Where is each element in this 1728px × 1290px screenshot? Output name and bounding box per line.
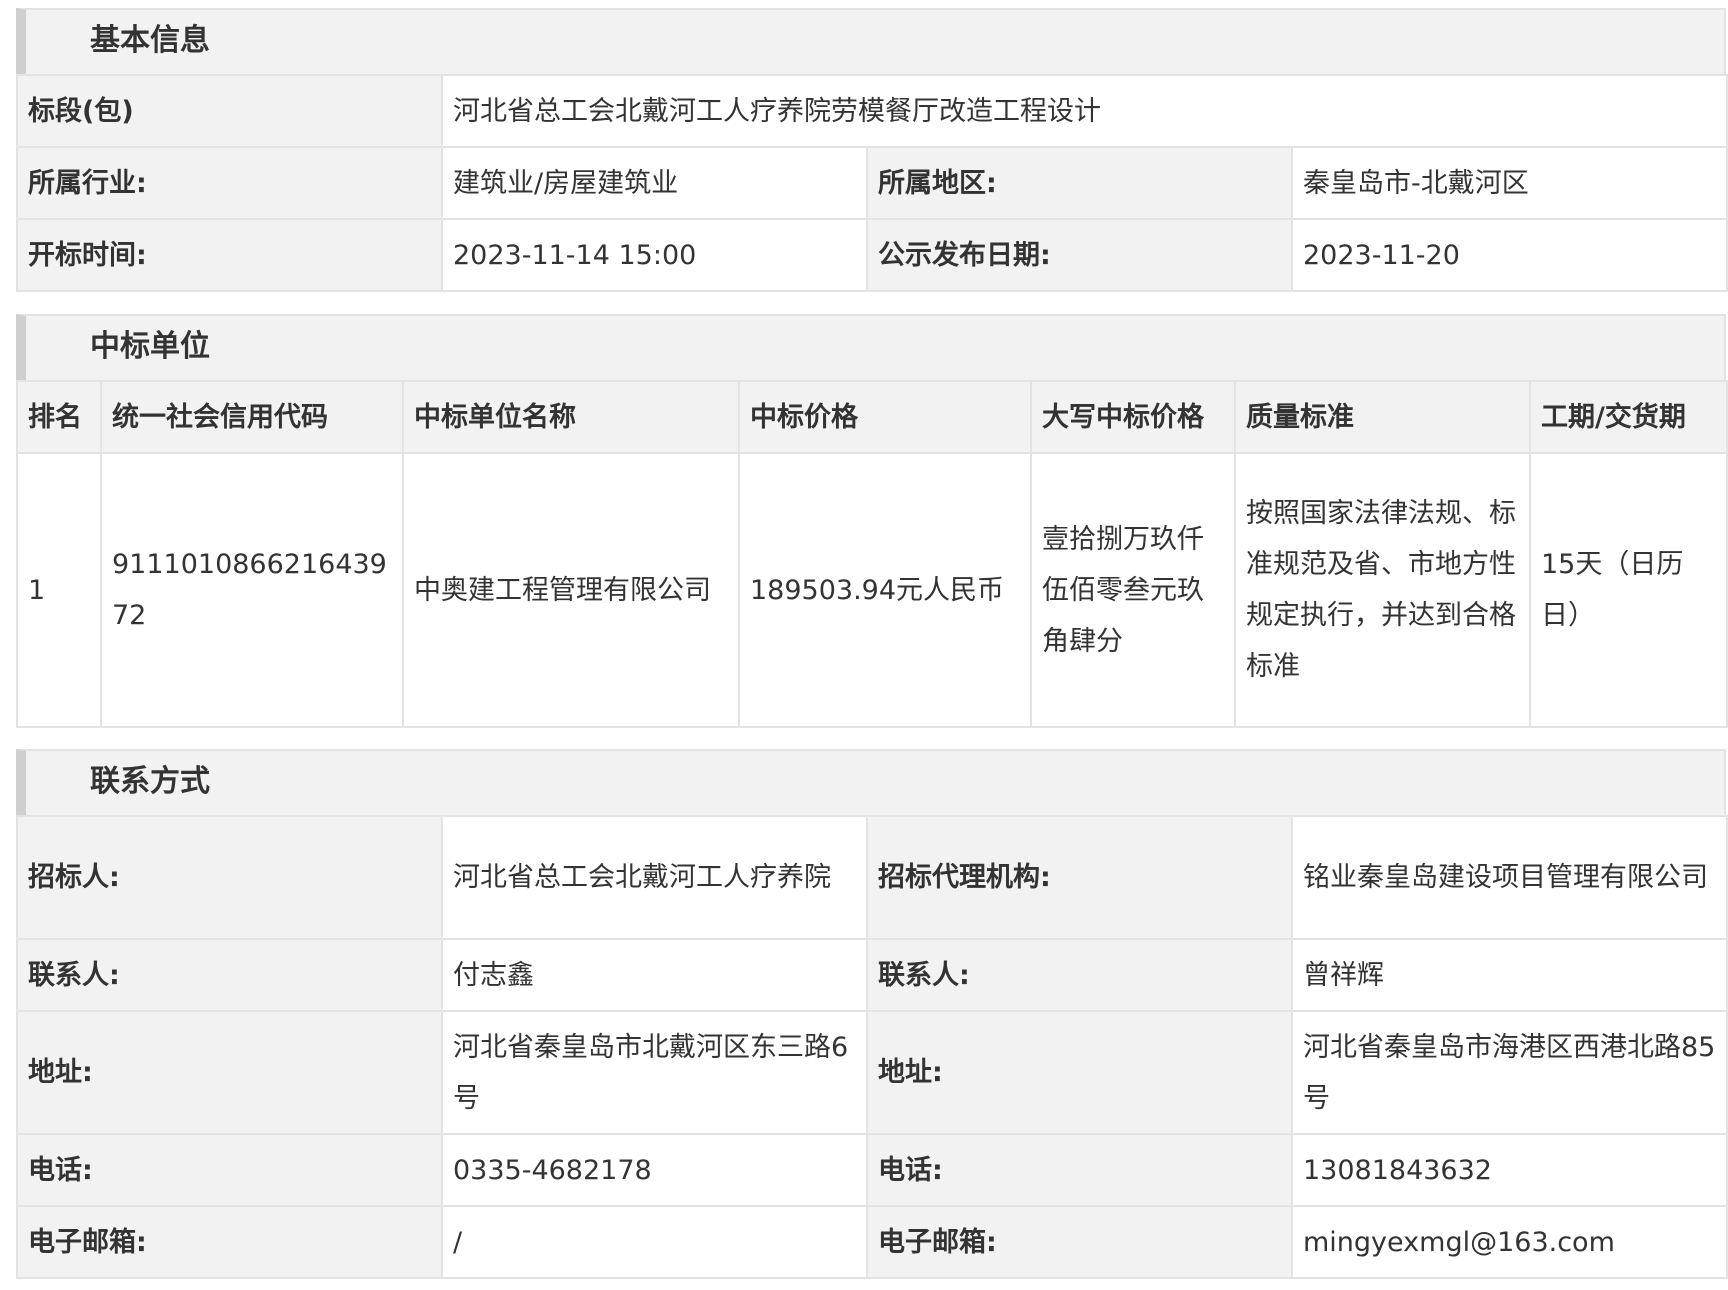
- contact-person-value: 付志鑫: [441, 938, 868, 1012]
- winner-title: 中标单位: [16, 314, 1726, 380]
- bid-section-value: 河北省总工会北戴河工人疗养院劳模餐厅改造工程设计: [440, 74, 1728, 148]
- agency-email-value: mingyexmgl@163.com: [1291, 1205, 1728, 1279]
- region-label: 所属地区:: [866, 146, 1293, 220]
- table-row: 1 911101086621643972 中奥建工程管理有限公司 189503.…: [16, 452, 1728, 728]
- contact-table: 招标人: 河北省总工会北戴河工人疗养院 招标代理机构: 铭业秦皇岛建设项目管理有…: [16, 815, 1728, 1279]
- basic-info-title: 基本信息: [16, 8, 1726, 74]
- email-label: 电子邮箱:: [16, 1205, 443, 1279]
- industry-value: 建筑业/房屋建筑业: [441, 146, 868, 220]
- open-time-label: 开标时间:: [16, 218, 443, 292]
- header-credit-code: 统一社会信用代码: [100, 380, 404, 454]
- address-label: 地址:: [16, 1010, 443, 1135]
- header-price: 中标价格: [738, 380, 1032, 454]
- basic-info-table: 标段(包) 河北省总工会北戴河工人疗养院劳模餐厅改造工程设计 所属行业: 建筑业…: [16, 74, 1728, 292]
- agency-address-label: 地址:: [866, 1010, 1293, 1135]
- agency-label: 招标代理机构:: [866, 815, 1293, 940]
- publish-date-label: 公示发布日期:: [866, 218, 1293, 292]
- phone-label: 电话:: [16, 1133, 443, 1207]
- agency-value: 铭业秦皇岛建设项目管理有限公司: [1291, 815, 1728, 940]
- winner-header-row: 排名 统一社会信用代码 中标单位名称 中标价格 大写中标价格 质量标准 工期/交…: [16, 380, 1728, 454]
- header-rank: 排名: [16, 380, 102, 454]
- contact-title: 联系方式: [16, 749, 1726, 815]
- agency-contact-value: 曾祥辉: [1291, 938, 1728, 1012]
- price-cell: 189503.94元人民币: [738, 452, 1032, 728]
- price-capital-cell: 壹拾捌万玖仟伍佰零叁元玖角肆分: [1030, 452, 1236, 728]
- tenderer-label: 招标人:: [16, 815, 443, 940]
- winner-table: 排名 统一社会信用代码 中标单位名称 中标价格 大写中标价格 质量标准 工期/交…: [16, 380, 1728, 728]
- period-cell: 15天（日历日）: [1529, 452, 1728, 728]
- basic-info-section: 基本信息 标段(包) 河北省总工会北戴河工人疗养院劳模餐厅改造工程设计 所属行业…: [16, 8, 1728, 292]
- rank-cell: 1: [16, 452, 102, 728]
- region-value: 秦皇岛市-北戴河区: [1290, 146, 1728, 220]
- quality-cell: 按照国家法律法规、标准规范及省、市地方性规定执行，并达到合格标准: [1234, 452, 1531, 728]
- header-period: 工期/交货期: [1529, 380, 1728, 454]
- agency-contact-label: 联系人:: [866, 938, 1293, 1012]
- industry-label: 所属行业:: [16, 146, 443, 220]
- winner-section: 中标单位 排名 统一社会信用代码 中标单位名称 中标价格 大写中标价格 质量标准…: [16, 314, 1728, 728]
- agency-address-value: 河北省秦皇岛市海港区西港北路85号: [1291, 1010, 1728, 1135]
- bid-section-label: 标段(包): [16, 74, 443, 148]
- agency-email-label: 电子邮箱:: [866, 1205, 1293, 1279]
- open-time-value: 2023-11-14 15:00: [441, 218, 868, 292]
- publish-date-value: 2023-11-20: [1290, 218, 1728, 292]
- credit-code-cell: 911101086621643972: [100, 452, 404, 728]
- agency-phone-label: 电话:: [866, 1133, 1293, 1207]
- contact-person-label: 联系人:: [16, 938, 443, 1012]
- tenderer-value: 河北省总工会北戴河工人疗养院: [441, 815, 868, 940]
- email-value: /: [441, 1205, 868, 1279]
- header-price-capital: 大写中标价格: [1030, 380, 1236, 454]
- contact-section: 联系方式 招标人: 河北省总工会北戴河工人疗养院 招标代理机构: 铭业秦皇岛建设…: [16, 749, 1728, 1279]
- company-name-cell: 中奥建工程管理有限公司: [402, 452, 740, 728]
- phone-value: 0335-4682178: [441, 1133, 868, 1207]
- header-quality: 质量标准: [1234, 380, 1531, 454]
- header-company-name: 中标单位名称: [402, 380, 740, 454]
- agency-phone-value: 13081843632: [1291, 1133, 1728, 1207]
- address-value: 河北省秦皇岛市北戴河区东三路6号: [441, 1010, 868, 1135]
